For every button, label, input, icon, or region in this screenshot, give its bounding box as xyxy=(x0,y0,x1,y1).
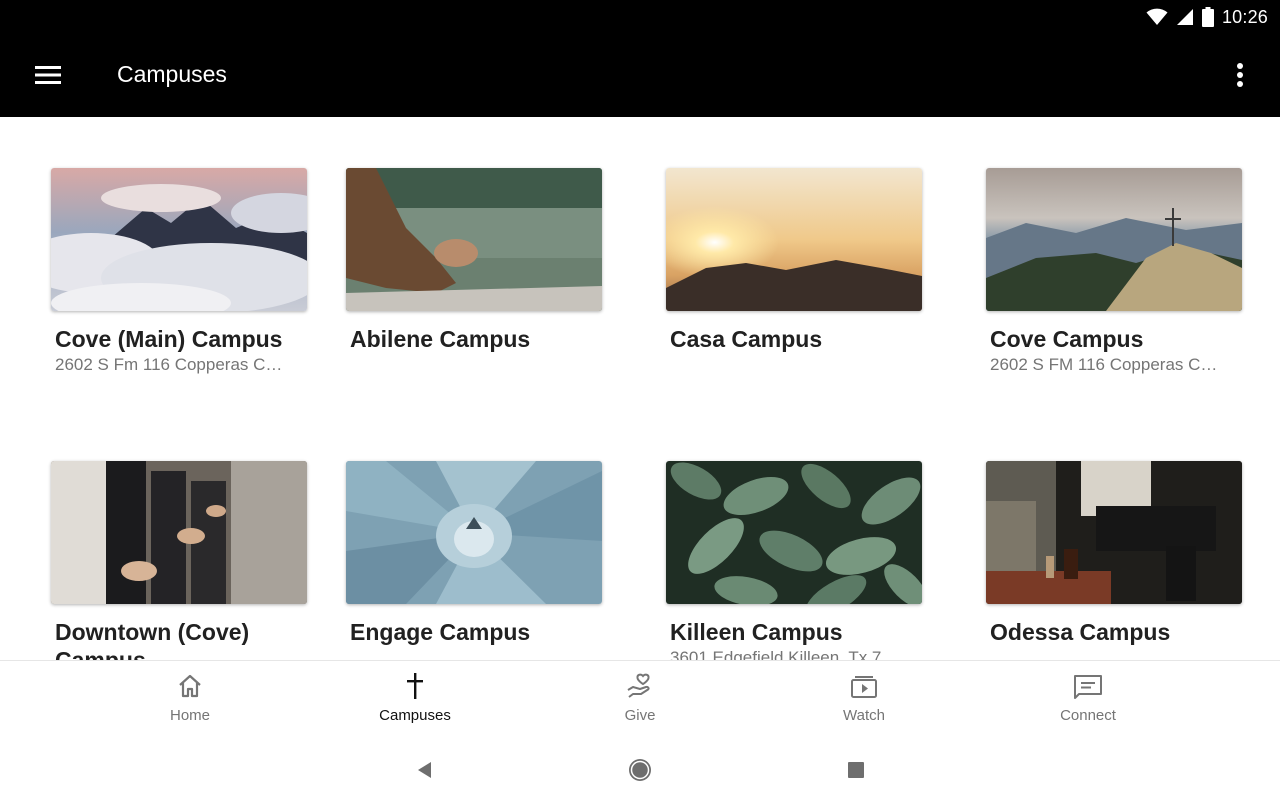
campus-card[interactable]: Cove Campus 2602 S FM 116 Copperas C… xyxy=(986,168,1242,376)
system-recents-button[interactable] xyxy=(842,756,870,784)
nav-connect[interactable]: Connect xyxy=(1018,671,1158,731)
status-icons: 10:26 xyxy=(1146,5,1268,29)
signal-icon xyxy=(1176,9,1193,25)
campus-card[interactable]: Casa Campus xyxy=(666,168,922,354)
campus-image-cross-mountain xyxy=(986,168,1242,311)
campus-name: Cove (Main) Campus xyxy=(55,326,283,352)
status-time: 10:26 xyxy=(1221,6,1268,27)
nav-label: Connect xyxy=(1060,707,1116,724)
overflow-menu-button[interactable] xyxy=(1224,58,1256,92)
home-icon xyxy=(175,671,205,701)
nav-give[interactable]: Give xyxy=(570,671,710,731)
campus-name: Odessa Campus xyxy=(990,619,1171,645)
campus-name: Casa Campus xyxy=(670,326,823,352)
campus-name: Downtown (Cove) Campus xyxy=(55,619,250,660)
bottom-navigation: Home Campuses Give Watch Connect xyxy=(0,660,1280,740)
play-video-icon xyxy=(849,671,879,701)
nav-watch[interactable]: Watch xyxy=(794,671,934,731)
page-title: Campuses xyxy=(117,61,227,87)
campus-image-succulent xyxy=(346,461,602,604)
wifi-icon xyxy=(1146,8,1168,25)
menu-button[interactable] xyxy=(28,58,68,92)
campus-image-man-chair xyxy=(986,461,1242,604)
system-navigation-bar xyxy=(0,740,1280,800)
give-hand-heart-icon xyxy=(625,671,655,701)
cross-icon xyxy=(400,671,430,701)
campus-address: 2602 S FM 116 Copperas C… xyxy=(990,355,1218,374)
campus-grid: Cove (Main) Campus 2602 S Fm 116 Coppera… xyxy=(0,117,1280,660)
message-icon xyxy=(1073,671,1103,701)
hamburger-menu-icon xyxy=(35,66,61,84)
nav-label: Watch xyxy=(843,707,885,724)
more-vert-icon xyxy=(1237,63,1243,87)
campus-card[interactable]: Cove (Main) Campus 2602 S Fm 116 Coppera… xyxy=(51,168,307,376)
campus-card[interactable]: Engage Campus xyxy=(346,461,602,647)
nav-home[interactable]: Home xyxy=(120,671,260,731)
nav-label: Give xyxy=(624,707,656,724)
campus-card[interactable]: Abilene Campus xyxy=(346,168,602,354)
campus-name: Killeen Campus xyxy=(670,619,843,645)
nav-label: Campuses xyxy=(379,707,451,724)
recents-square-icon xyxy=(848,762,864,778)
campus-card[interactable]: Odessa Campus xyxy=(986,461,1242,647)
home-circle-icon xyxy=(629,759,651,781)
status-bar: 10:26 xyxy=(0,0,1280,34)
campus-name: Abilene Campus xyxy=(350,326,531,352)
campus-card[interactable]: Downtown (Cove) Campus xyxy=(51,461,307,660)
campus-card[interactable]: Killeen Campus 3601 Edgefield Killeen, T… xyxy=(666,461,922,660)
back-triangle-icon xyxy=(418,762,431,778)
app-bar: Campuses xyxy=(0,34,1280,117)
campus-image-sunrise xyxy=(666,168,922,311)
campus-image-clouds xyxy=(51,168,307,311)
system-back-button[interactable] xyxy=(410,756,438,784)
campus-image-worship xyxy=(51,461,307,604)
campus-name: Cove Campus xyxy=(990,326,1144,352)
campus-name: Engage Campus xyxy=(350,619,531,645)
system-home-button[interactable] xyxy=(626,756,654,784)
campus-image-leaves xyxy=(666,461,922,604)
campus-address: 3601 Edgefield Killeen, Tx 7… xyxy=(670,648,899,660)
battery-icon xyxy=(1201,7,1214,27)
nav-label: Home xyxy=(169,707,210,724)
campus-image-hands-lake xyxy=(346,168,602,311)
nav-campuses[interactable]: Campuses xyxy=(345,671,485,731)
campus-address: 2602 S Fm 116 Copperas C… xyxy=(55,355,283,374)
